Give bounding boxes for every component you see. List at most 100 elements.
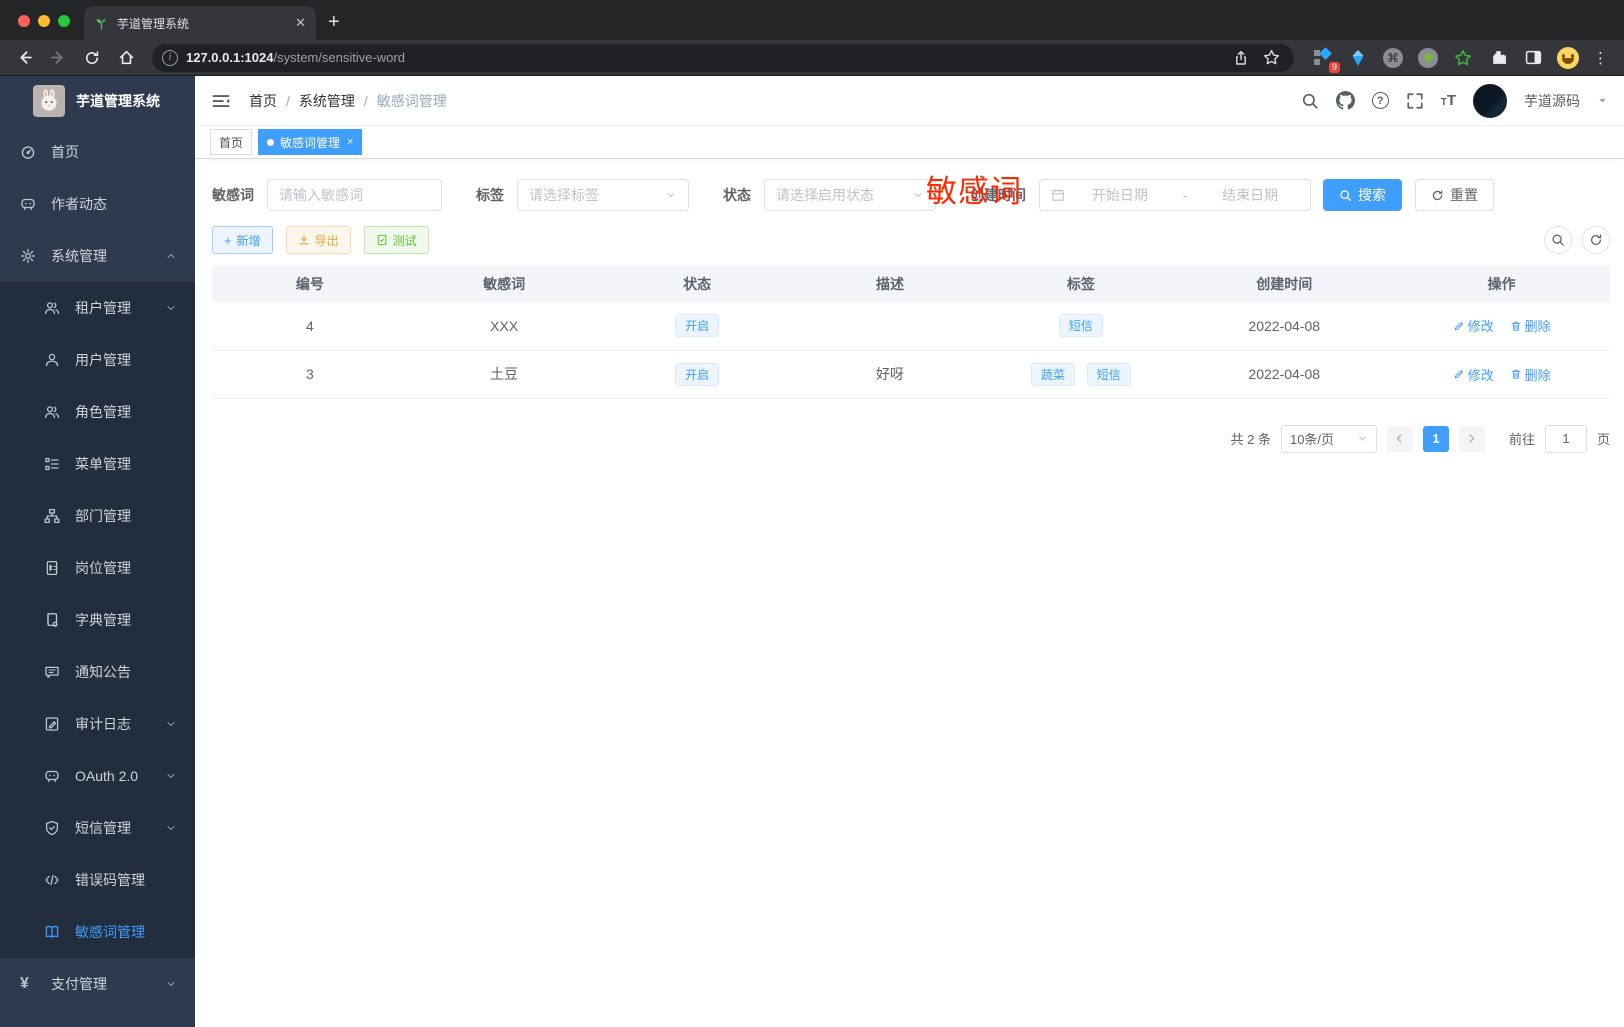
sidebar-item-errcode[interactable]: 错误码管理 bbox=[0, 854, 195, 906]
dashboard-icon bbox=[20, 144, 36, 160]
header-search-icon[interactable] bbox=[1301, 92, 1319, 110]
tag-sensitive-word[interactable]: 敏感词管理 × bbox=[258, 129, 363, 155]
home-icon[interactable] bbox=[112, 44, 140, 72]
edit-link[interactable]: 修改 bbox=[1453, 365, 1494, 384]
select-caret-icon bbox=[1357, 433, 1368, 444]
sidebar-item-dept[interactable]: 部门管理 bbox=[0, 490, 195, 542]
code-icon bbox=[44, 872, 60, 888]
bookmark-star-icon[interactable] bbox=[1263, 49, 1280, 66]
url-bar[interactable]: i 127.0.0.1:1024/system/sensitive-word bbox=[152, 43, 1294, 72]
forward-icon[interactable] bbox=[44, 44, 72, 72]
extension-green-star-icon[interactable] bbox=[1452, 47, 1474, 69]
tag-badge: 蔬菜 bbox=[1030, 362, 1075, 386]
export-button[interactable]: 导出 bbox=[285, 226, 351, 254]
reload-icon[interactable] bbox=[78, 44, 106, 72]
back-icon[interactable] bbox=[10, 44, 38, 72]
username[interactable]: 芋道源码 bbox=[1524, 91, 1580, 111]
book-stack-icon bbox=[44, 612, 60, 628]
share-icon[interactable] bbox=[1233, 50, 1249, 66]
org-tree-icon bbox=[44, 508, 60, 524]
keyword-input[interactable] bbox=[279, 187, 430, 203]
sidebar-item-sensitive-word[interactable]: 敏感词管理 bbox=[0, 906, 195, 958]
status-select[interactable]: 请选择启用状态 bbox=[764, 179, 936, 211]
people-icon bbox=[44, 300, 60, 316]
user-avatar[interactable] bbox=[1473, 83, 1507, 118]
help-icon[interactable]: ? bbox=[1371, 92, 1389, 109]
pagination: 共 2 条 10条/页 1 前往 页 bbox=[212, 424, 1610, 453]
sidebar-item-oauth[interactable]: OAuth 2.0 bbox=[0, 750, 195, 802]
sidebar-item-audit[interactable]: 审计日志 bbox=[0, 698, 195, 750]
extension-kite-icon[interactable] bbox=[1347, 47, 1369, 69]
keyword-input-wrap bbox=[267, 179, 442, 211]
refresh-table-icon[interactable] bbox=[1582, 226, 1610, 254]
sidebar-item-notice[interactable]: 通知公告 bbox=[0, 646, 195, 698]
browser-tab[interactable]: 芋道管理系统 ✕ bbox=[84, 6, 316, 40]
edit-doc-icon bbox=[44, 716, 60, 732]
keyword-label: 敏感词 bbox=[212, 187, 254, 203]
prev-page-icon[interactable] bbox=[1386, 425, 1413, 452]
breadcrumb-system[interactable]: 系统管理 bbox=[299, 91, 355, 111]
extension-record-icon[interactable] bbox=[1417, 47, 1439, 69]
fullscreen-icon[interactable] bbox=[1406, 92, 1424, 110]
github-icon[interactable] bbox=[1335, 91, 1355, 110]
extensions-puzzle-icon[interactable] bbox=[1487, 47, 1509, 69]
url-text[interactable]: 127.0.0.1:1024/system/sensitive-word bbox=[186, 50, 1225, 65]
user-caret-down-icon[interactable] bbox=[1597, 95, 1608, 106]
sidebar-item-sms[interactable]: 短信管理 bbox=[0, 802, 195, 854]
sidebar-item-user[interactable]: 用户管理 bbox=[0, 334, 195, 386]
extension-grid-icon[interactable]: 9 bbox=[1312, 46, 1340, 73]
tag-close-icon[interactable]: × bbox=[347, 136, 353, 148]
sidebar-item-label: 通知公告 bbox=[75, 664, 131, 680]
toggle-search-icon[interactable] bbox=[1544, 226, 1572, 254]
active-dot bbox=[267, 138, 275, 146]
goto-page-input[interactable] bbox=[1544, 424, 1587, 453]
edit-link[interactable]: 修改 bbox=[1453, 316, 1494, 335]
test-button[interactable]: 测试 bbox=[363, 226, 429, 254]
sidebar-item-role[interactable]: 角色管理 bbox=[0, 386, 195, 438]
add-button[interactable]: + 新增 bbox=[212, 226, 273, 254]
extension-command-icon[interactable]: ⌘ bbox=[1382, 47, 1404, 69]
sidebar-item-dict[interactable]: 字典管理 bbox=[0, 594, 195, 646]
delete-link[interactable]: 删除 bbox=[1510, 365, 1551, 384]
search-icon bbox=[1339, 189, 1352, 202]
tag-home[interactable]: 首页 bbox=[210, 129, 253, 155]
window-maximize-button[interactable] bbox=[58, 15, 70, 27]
sidebar-item-menu[interactable]: 菜单管理 bbox=[0, 438, 195, 490]
tag-select[interactable]: 请选择标签 bbox=[517, 179, 689, 211]
window-close-button[interactable] bbox=[18, 15, 30, 27]
search-button[interactable]: 搜索 bbox=[1323, 179, 1402, 211]
sidebar-item-tenant[interactable]: 租户管理 bbox=[0, 282, 195, 334]
browser-menu-icon[interactable]: ⋮ bbox=[1591, 49, 1614, 67]
cell-word: XXX bbox=[407, 302, 601, 351]
sidebar-collapse-icon[interactable] bbox=[211, 90, 233, 112]
red-annotation-text: 敏感词 bbox=[926, 174, 1022, 209]
reset-button[interactable]: 重置 bbox=[1415, 179, 1494, 211]
window-minimize-button[interactable] bbox=[38, 15, 50, 27]
tab-title: 芋道管理系统 bbox=[117, 16, 190, 31]
cell-created: 2022-04-08 bbox=[1175, 350, 1394, 399]
site-info-icon[interactable]: i bbox=[162, 49, 178, 66]
font-size-icon[interactable]: TT bbox=[1441, 92, 1456, 109]
sidebar-item-author-news[interactable]: 作者动态 bbox=[0, 178, 195, 230]
delete-link[interactable]: 删除 bbox=[1510, 316, 1551, 335]
page-size-select[interactable]: 10条/页 bbox=[1280, 424, 1377, 453]
sidebar-item-pay[interactable]: ¥ 支付管理 bbox=[0, 958, 195, 1010]
select-caret-icon bbox=[912, 189, 924, 201]
next-page-icon[interactable] bbox=[1458, 425, 1485, 452]
col-created: 创建时间 bbox=[1175, 266, 1394, 302]
profile-avatar-emoji[interactable] bbox=[1557, 46, 1579, 69]
breadcrumb-home[interactable]: 首页 bbox=[249, 91, 277, 111]
new-tab-button[interactable]: + bbox=[316, 11, 354, 40]
tab-close-icon[interactable]: ✕ bbox=[295, 15, 306, 31]
sidebar-item-label: 支付管理 bbox=[51, 976, 107, 992]
date-range-picker[interactable]: 开始日期 - 结束日期 bbox=[1039, 179, 1311, 211]
sidebar-item-system[interactable]: 系统管理 bbox=[0, 230, 195, 282]
trash-icon bbox=[1510, 368, 1522, 380]
cell-desc: 好呀 bbox=[793, 350, 987, 399]
current-page[interactable]: 1 bbox=[1422, 425, 1449, 452]
sidebar-item-home[interactable]: 首页 bbox=[0, 126, 195, 178]
sidebar-item-label: 错误码管理 bbox=[75, 872, 145, 888]
sidebar-item-post[interactable]: 岗位管理 bbox=[0, 542, 195, 594]
side-panel-icon[interactable] bbox=[1522, 47, 1544, 69]
sidebar-logo[interactable]: 芋道管理系统 bbox=[0, 76, 195, 126]
